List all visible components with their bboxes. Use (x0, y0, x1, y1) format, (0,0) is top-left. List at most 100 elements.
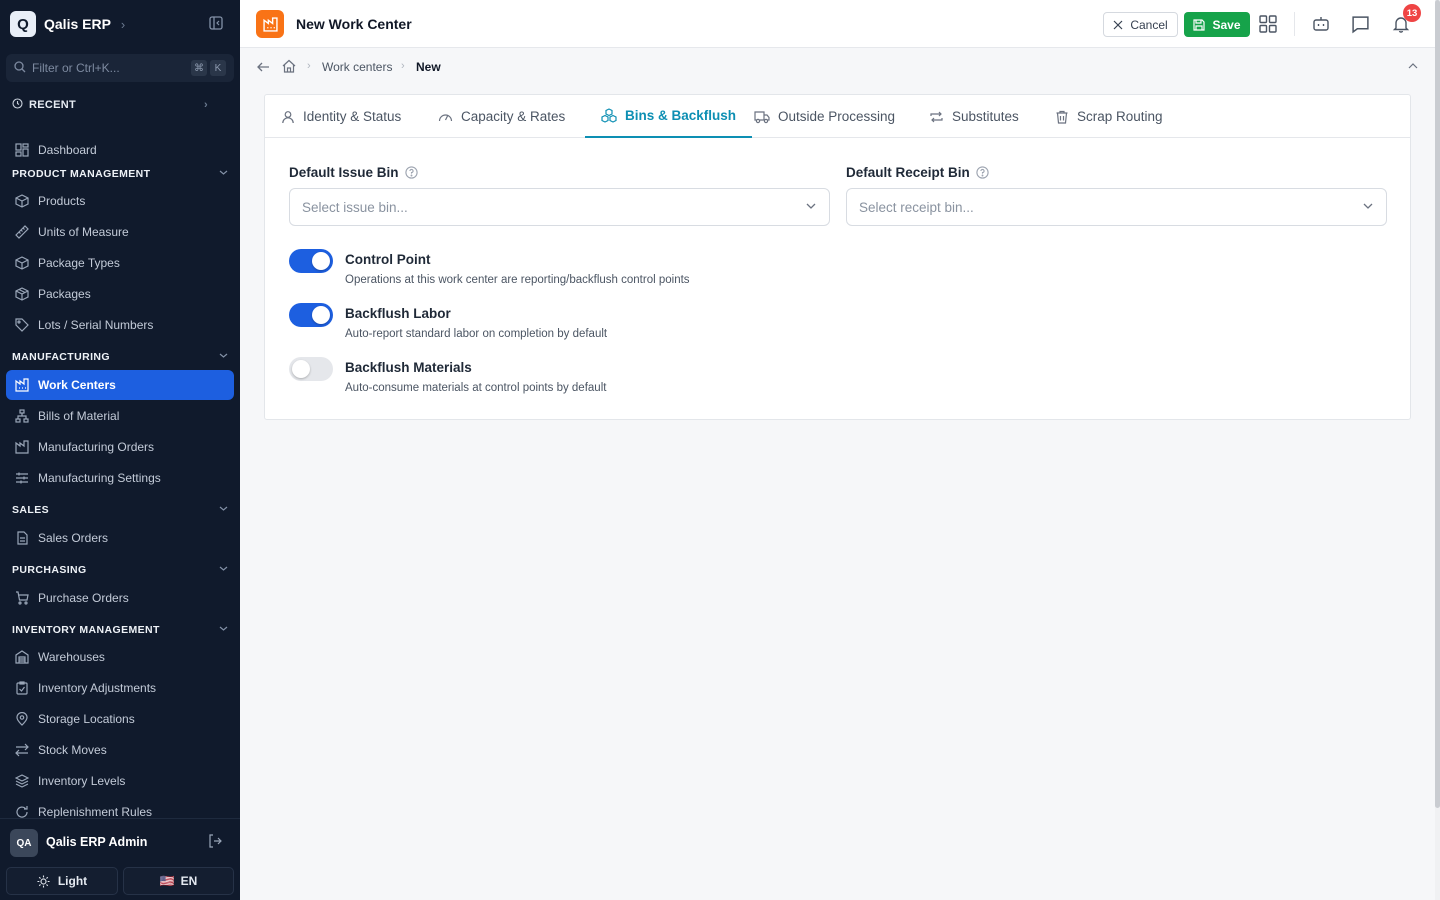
back-arrow-icon[interactable] (256, 60, 270, 77)
cart-icon (14, 590, 30, 606)
tab-bins-backflush[interactable]: Bins & Backflush (585, 95, 753, 138)
sidebar-item-label: Storage Locations (38, 712, 135, 726)
sidebar-item-dashboard[interactable]: Dashboard (6, 135, 234, 165)
sidebar-search-input[interactable]: Filter or Ctrl+K... ⌘ K (6, 54, 234, 82)
arrows-left-right-icon (14, 742, 30, 758)
sidebar-item-label: Work Centers (38, 378, 116, 392)
sidebar-item-inventory-adjustments[interactable]: Inventory Adjustments (6, 673, 234, 703)
bot-icon[interactable] (1311, 14, 1331, 34)
recent-toggle[interactable]: RECENT › (12, 98, 208, 112)
sidebar-item-label: Units of Measure (38, 225, 129, 239)
sidebar-item-lots-serial-numbers[interactable]: Lots / Serial Numbers (6, 310, 234, 340)
chevron-right-icon: › (204, 99, 208, 111)
sidebar-item-purchase-orders[interactable]: Purchase Orders (6, 583, 234, 613)
app-switcher[interactable]: Q Qalis ERP › (10, 10, 125, 38)
sidebar-item-label: Packages (38, 287, 91, 301)
user-name: Qalis ERP Admin (46, 835, 148, 849)
page-title: New Work Center (296, 16, 412, 32)
hierarchy-icon (14, 408, 30, 424)
tag-icon (14, 317, 30, 333)
sidebar-item-stock-moves[interactable]: Stock Moves (6, 735, 234, 765)
sidebar-item-warehouses[interactable]: Warehouses (6, 642, 234, 672)
breadcrumb-separator: › (401, 60, 405, 72)
theme-toggle-button[interactable]: Light (6, 867, 118, 895)
toggle-knob (292, 360, 310, 378)
tab-substitutes[interactable]: Substitutes (913, 95, 1035, 138)
language-label: EN (180, 874, 198, 888)
search-placeholder: Filter or Ctrl+K... (32, 61, 120, 75)
section-inventory-management[interactable]: INVENTORY MANAGEMENT (12, 624, 228, 636)
boxes-icon (601, 108, 617, 123)
sidebar-item-bills-of-material[interactable]: Bills of Material (6, 401, 234, 431)
section-sales[interactable]: SALES (12, 504, 228, 516)
document-icon (14, 530, 30, 546)
tab-capacity-rates[interactable]: Capacity & Rates (422, 95, 581, 138)
chevron-up-icon[interactable] (1407, 60, 1419, 75)
control-point-toggle[interactable] (289, 249, 333, 273)
backflush-labor-description: Auto-report standard labor on completion… (345, 328, 608, 340)
backflush-materials-toggle[interactable] (289, 357, 333, 381)
sidebar-item-packages[interactable]: Packages (6, 279, 234, 309)
receipt-bin-placeholder: Select receipt bin... (859, 199, 974, 215)
section-label: SALES (12, 504, 50, 516)
sidebar-item-manufacturing-orders[interactable]: Manufacturing Orders (6, 432, 234, 462)
section-product-management[interactable]: PRODUCT MANAGEMENT (12, 168, 228, 180)
sidebar-item-work-centers[interactable]: Work Centers (6, 370, 234, 400)
save-button[interactable]: Save (1184, 12, 1250, 37)
page-scrollbar[interactable] (1435, 0, 1440, 900)
home-icon[interactable] (282, 59, 296, 76)
scrollbar-thumb[interactable] (1435, 0, 1440, 808)
us-flag-icon: 🇺🇸 (159, 874, 175, 888)
breadcrumb: › Work centers › New (240, 48, 1435, 86)
breadcrumb-work-centers[interactable]: Work centers (322, 60, 392, 74)
sidebar-item-label: Purchase Orders (38, 591, 129, 605)
tab-label: Identity & Status (303, 109, 402, 124)
layers-icon (14, 773, 30, 789)
sidebar-item-package-types[interactable]: Package Types (6, 248, 234, 278)
factory-icon (14, 439, 30, 455)
clock-icon (12, 98, 23, 112)
sidebar-item-products[interactable]: Products (6, 186, 234, 216)
avatar[interactable]: QA (10, 829, 38, 857)
sidebar-item-label: Inventory Levels (38, 774, 126, 788)
apps-grid-icon[interactable] (1258, 14, 1278, 34)
sidebar-item-storage-locations[interactable]: Storage Locations (6, 704, 234, 734)
cancel-button[interactable]: Cancel (1103, 12, 1178, 37)
section-label: PURCHASING (12, 564, 87, 576)
factory-icon (256, 10, 284, 38)
toggle-knob (312, 306, 330, 324)
receipt-bin-select[interactable]: Select receipt bin... (846, 188, 1387, 226)
tab-outside-processing[interactable]: Outside Processing (738, 95, 911, 138)
search-icon (14, 60, 26, 76)
backflush-labor-toggle[interactable] (289, 303, 333, 327)
sidebar-item-label: Stock Moves (38, 743, 107, 757)
issue-bin-select[interactable]: Select issue bin... (289, 188, 830, 226)
chat-icon[interactable] (1350, 14, 1370, 34)
app-logo: Q (10, 11, 36, 37)
sidebar-item-manufacturing-settings[interactable]: Manufacturing Settings (6, 463, 234, 493)
warehouse-icon (14, 649, 30, 665)
tab-identity-status[interactable]: Identity & Status (265, 95, 417, 138)
section-label: MANUFACTURING (12, 351, 110, 363)
sun-icon (37, 874, 50, 888)
language-button[interactable]: 🇺🇸 EN (123, 867, 234, 895)
sidebar-item-label: Lots / Serial Numbers (38, 318, 154, 332)
app-name: Qalis ERP (44, 16, 111, 32)
chevron-down-icon (219, 624, 228, 636)
receipt-bin-label: Default Receipt Bin (846, 165, 989, 180)
sidebar-collapse-icon[interactable] (209, 16, 225, 32)
sidebar-item-inventory-levels[interactable]: Inventory Levels (6, 766, 234, 796)
sidebar-item-units-of-measure[interactable]: Units of Measure (6, 217, 234, 247)
cancel-label: Cancel (1130, 17, 1168, 32)
tab-label: Capacity & Rates (461, 109, 566, 124)
section-manufacturing[interactable]: MANUFACTURING (12, 351, 228, 363)
logout-icon[interactable] (208, 834, 222, 851)
save-icon (1193, 18, 1206, 31)
sidebar-item-label: Warehouses (38, 650, 105, 664)
sidebar-item-sales-orders[interactable]: Sales Orders (6, 523, 234, 553)
help-circle-icon[interactable] (404, 166, 418, 179)
tab-scrap-routing[interactable]: Scrap Routing (1039, 95, 1179, 138)
help-circle-icon[interactable] (976, 166, 989, 179)
section-purchasing[interactable]: PURCHASING (12, 564, 228, 576)
shortcut-key-k: K (210, 60, 226, 76)
